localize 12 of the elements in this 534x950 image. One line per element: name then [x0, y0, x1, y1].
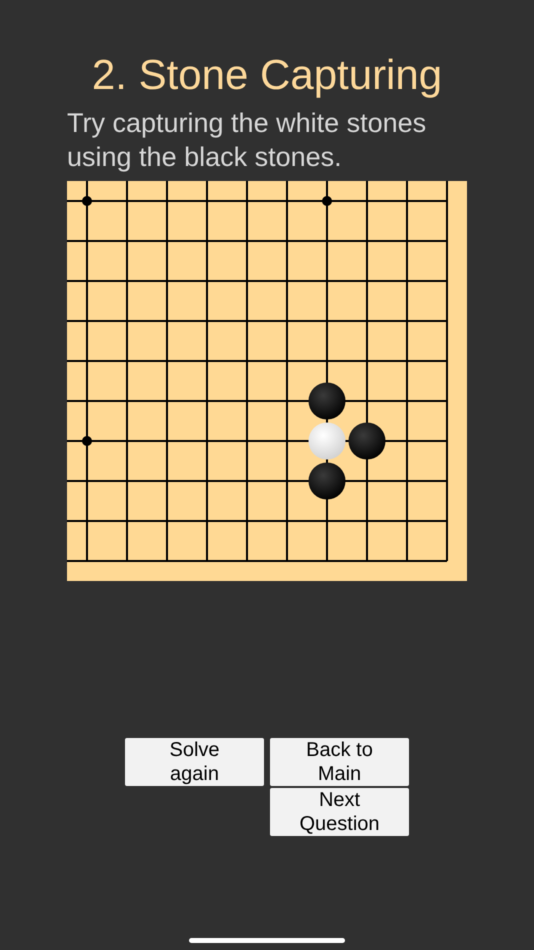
action-button[interactable]: Next Question — [270, 788, 409, 836]
instruction-text: Try capturing the white stones using the black stones. — [67, 107, 428, 174]
go-stone[interactable] — [308, 462, 346, 500]
star-point-icon — [82, 196, 92, 206]
page-title: 2. Stone Capturing — [92, 50, 442, 100]
star-point-icon — [322, 196, 332, 206]
go-board[interactable] — [67, 181, 467, 581]
action-button[interactable]: Solve again — [125, 738, 264, 786]
action-button[interactable]: Back to Main — [270, 738, 409, 786]
go-stone[interactable] — [348, 422, 386, 460]
go-stone[interactable] — [308, 382, 346, 420]
star-point-icon — [82, 436, 92, 446]
